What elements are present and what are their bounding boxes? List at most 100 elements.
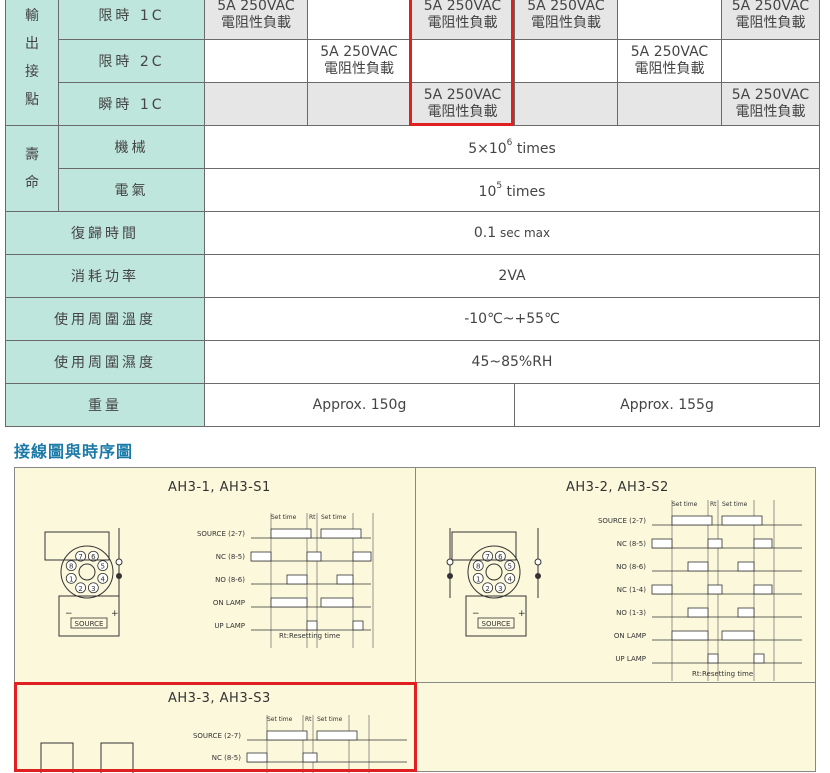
rt-label: Rt	[710, 501, 717, 508]
rt-label: Rt	[305, 716, 312, 723]
electrical-life-value: 105 times	[204, 168, 820, 212]
signal-pulse	[320, 597, 354, 608]
diagram-svg-2: 432187 65SOURCE− +Set time Rt Set timeSOURCE…	[446, 500, 802, 681]
row-label-limit-2c: 限時 2C	[58, 39, 205, 83]
row-humidity: 使用周圍濕度 45~85%RH	[5, 340, 820, 384]
signal-label: NC (8-5)	[617, 540, 647, 548]
signal-pulse	[270, 597, 308, 608]
signal-label: NC (1-4)	[617, 586, 647, 594]
socket-outline	[60, 545, 114, 599]
spec-cell: 5A 250VAC 電阻性負載	[721, 0, 820, 40]
diagram-svg-1: 432187 65SOURCE− +Set time Rt Set timeSOURCE…	[44, 513, 374, 648]
spec-table: 輸出接點 限時 1C 5A 250VAC 電阻性負載 5A 250VAC 電阻性負載…	[5, 0, 820, 427]
source-label: SOURCE	[75, 620, 104, 628]
reset-time-value: 0.1 sec max	[204, 211, 820, 255]
pin-label: 3	[91, 585, 95, 593]
socket-outline	[467, 545, 521, 599]
pin-label: 2	[485, 585, 489, 593]
rating-text: 5A 250VAC	[423, 87, 502, 103]
load-type-text: 電阻性負載	[531, 15, 601, 31]
pin-label: 4	[508, 575, 513, 583]
spec-cell	[514, 39, 618, 83]
signal-label: ON LAMP	[614, 632, 646, 640]
signal-pulse	[737, 607, 755, 618]
signal-label: NC (8-5)	[212, 754, 242, 762]
rating-text: 5A 250VAC	[527, 0, 605, 14]
row-label-power: 消耗功率	[5, 254, 205, 298]
pin-label: 5	[508, 563, 512, 571]
row-limit-1c: 輸出接點 限時 1C 5A 250VAC 電阻性負載 5A 250VAC 電阻性負載…	[5, 0, 820, 126]
row-label-limit-1c: 限時 1C	[58, 0, 205, 40]
spec-cell: 5A 250VAC 電阻性負載	[307, 39, 411, 83]
value-text: 5×10	[468, 140, 507, 157]
load-type-text: 電阻性負載	[427, 15, 498, 31]
pin-label: 5	[101, 563, 105, 571]
signal-pulse	[651, 584, 673, 595]
set-time-label: Set time	[271, 514, 297, 521]
row-power: 消耗功率 2VA	[5, 254, 820, 298]
set-time-label: Set time	[267, 716, 293, 723]
rt-label: Rt	[309, 514, 316, 521]
contact-open	[115, 558, 123, 566]
diagram-footer: Rt:Resetting time	[279, 632, 340, 640]
rating-text: 5A 250VAC	[320, 44, 398, 60]
pin-label: 4	[101, 575, 106, 583]
row-instant-1c: 瞬時 1C 5A 250VAC 電阻性負載 5A 250VAC 電阻性負載	[6, 82, 820, 126]
source-label: SOURCE	[482, 620, 511, 628]
contact-closed	[116, 573, 122, 579]
row-electrical: 電氣 105 times	[6, 168, 820, 212]
rating-text: 5A 250VAC	[423, 0, 502, 14]
signal-label: SOURCE (2-7)	[598, 517, 646, 525]
spec-cell	[410, 39, 515, 83]
temperature-value: -10℃~+55℃	[204, 297, 820, 341]
row-temperature: 使用周圍溫度 -10℃~+55℃	[5, 297, 820, 341]
signal-pulse	[302, 752, 318, 763]
value-text: 0.1	[473, 225, 497, 241]
pin-label: 8	[476, 563, 480, 571]
set-time-label: Set time	[317, 716, 343, 723]
signal-pulse	[306, 551, 322, 562]
weight-value-a: Approx. 150g	[204, 383, 515, 427]
rating-text: 5A 250VAC	[731, 0, 810, 14]
spec-cell: 5A 250VAC 電阻性負載	[410, 0, 515, 40]
pin-label: 2	[78, 585, 82, 593]
row-label-temperature: 使用周圍溫度	[5, 297, 205, 341]
signal-pulse	[687, 561, 709, 572]
signal-pulse	[721, 630, 755, 641]
signal-label: NO (8-6)	[616, 563, 646, 571]
life-group-label: 壽命	[25, 146, 39, 191]
spec-cell	[307, 0, 411, 40]
socket-key	[485, 563, 503, 581]
rating-text: 5A 250VAC	[731, 87, 810, 103]
signal-pulse	[671, 630, 709, 641]
load-type-text: 電阻性負載	[427, 104, 498, 120]
rating-text: 5A 250VAC	[630, 44, 709, 60]
pin-label: 8	[69, 563, 73, 571]
spec-cell	[721, 39, 820, 83]
signal-pulse	[737, 561, 755, 572]
signal-pulse	[316, 730, 358, 741]
life-group: 壽命	[5, 125, 59, 212]
contact-closed	[447, 573, 453, 579]
minus-sign: −	[472, 609, 480, 619]
signal-label: NC (8-5)	[216, 553, 246, 561]
spec-cell	[617, 82, 722, 126]
signal-pulse	[286, 574, 308, 585]
set-time-label: Set time	[672, 501, 698, 508]
section-title: 接線圖與時序圖	[14, 442, 134, 461]
signal-pulse	[270, 528, 312, 539]
pin-label: 3	[498, 585, 502, 593]
set-time-label: Set time	[321, 514, 347, 521]
signal-pulse	[352, 551, 372, 562]
signal-pulse	[707, 584, 723, 595]
signal-pulse	[306, 620, 318, 631]
minus-sign: −	[65, 609, 73, 619]
diagram-panel-ah3-1: AH3-1, AH3-S1 4 3 2 1 8 7 6 5 SOURCE − + Set time Rt…	[14, 467, 416, 683]
weight-value-b: Approx. 155g	[514, 383, 820, 427]
diagram-panel-ah3-3: AH3-3, AH3-S3 Set time Rt Set time SOURCE (…	[14, 682, 416, 773]
value-text: times	[502, 183, 546, 200]
signal-pulse	[250, 551, 272, 562]
row-label-humidity: 使用周圍濕度	[5, 340, 205, 384]
diagram-panel-ah3-2: AH3-2, AH3-S2 4 3 2 1 8 7 6 5 SOURCE − + Set time Rt…	[415, 467, 816, 683]
signal-pulse	[336, 574, 354, 585]
